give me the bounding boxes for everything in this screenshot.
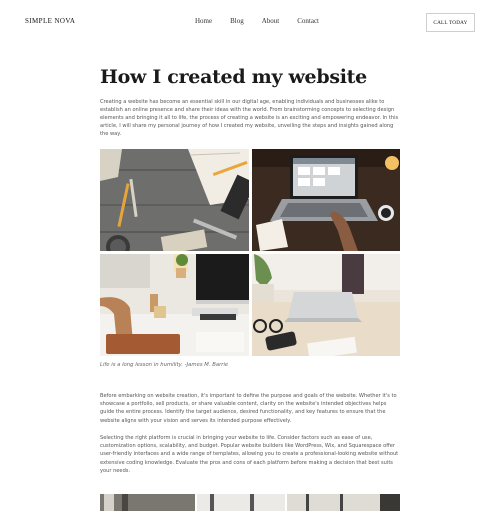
laptop-on-wooden-desk-photo	[252, 149, 400, 251]
desk-notebook-pencils-photo	[100, 149, 249, 251]
nav-contact[interactable]: Contact	[297, 17, 319, 25]
workspace-monitor-keyboard-photo	[100, 254, 249, 356]
page-title: How I created my website	[100, 66, 367, 88]
intro-paragraph: Creating a website has become an essenti…	[100, 99, 399, 137]
laptop-glasses-phone-photo	[252, 254, 400, 356]
bottom-photo-strip	[100, 494, 400, 511]
nav-blog[interactable]: Blog	[230, 17, 244, 25]
site-logo[interactable]: SIMPLE NOVA	[25, 17, 75, 25]
call-today-button[interactable]: CALL TODAY	[426, 13, 475, 32]
nav-home[interactable]: Home	[195, 17, 212, 25]
image-caption-quote: Life is a long lesson in humility. -Jame…	[100, 362, 229, 368]
main-nav: Home Blog About Contact	[195, 17, 337, 25]
nav-about[interactable]: About	[262, 17, 280, 25]
body-paragraph-2: Selecting the right platform is crucial …	[100, 435, 399, 474]
body-paragraph-1: Before embarking on website creation, it…	[100, 393, 397, 424]
site-header: SIMPLE NOVA Home Blog About Contact CALL…	[0, 0, 500, 45]
